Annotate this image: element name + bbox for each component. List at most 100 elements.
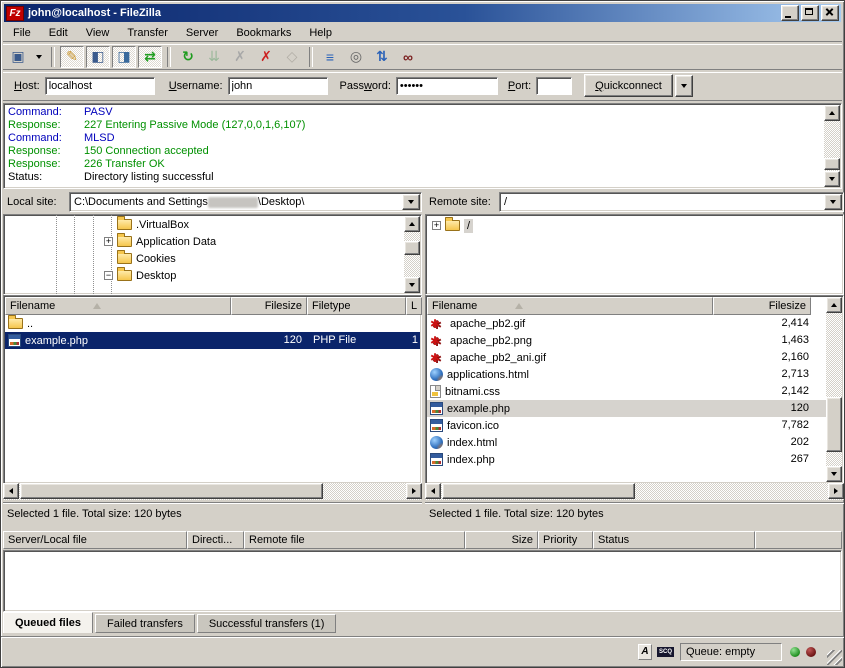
scroll-left-button[interactable] [425, 483, 441, 499]
reconnect-button[interactable]: ◇ [280, 46, 304, 68]
column-header-priority[interactable]: Priority [538, 531, 593, 549]
refresh-button[interactable]: ↻ [176, 46, 200, 68]
file-row[interactable]: applications.html2,713 [427, 366, 826, 383]
scroll-right-button[interactable] [406, 483, 422, 499]
toggle-remote-tree-button[interactable]: ◨ [112, 46, 136, 68]
scroll-down-button[interactable] [404, 277, 420, 293]
username-input[interactable] [228, 77, 328, 95]
file-row-example-php[interactable]: example.php 120 PHP File 1 [5, 332, 420, 349]
menu-view[interactable]: View [77, 25, 119, 41]
password-input[interactable] [396, 77, 498, 95]
toggle-queue-button[interactable]: ⇄ [138, 46, 162, 68]
scroll-up-button[interactable] [404, 216, 420, 232]
column-header-server-local-file[interactable]: Server/Local file [3, 531, 187, 549]
synchronized-browsing-button[interactable]: ⇅ [370, 46, 394, 68]
file-row[interactable]: index.html202 [427, 434, 826, 451]
local-directory-tree[interactable]: .VirtualBox +Application Data Cookies −D… [3, 214, 422, 295]
tree-expand-icon[interactable]: + [432, 221, 441, 230]
maximize-button[interactable] [801, 5, 819, 21]
file-row[interactable]: ✱apache_pb2_ani.gif2,160 [427, 349, 826, 366]
scroll-up-button[interactable] [826, 297, 842, 313]
column-header-filename[interactable]: Filename [5, 297, 231, 315]
transfer-type-indicator-icon[interactable]: A [638, 644, 652, 660]
scroll-left-button[interactable] [3, 483, 19, 499]
file-row[interactable]: ✱apache_pb2.gif2,414 [427, 315, 826, 332]
disconnect-button[interactable]: ✗ [254, 46, 278, 68]
remote-list-scrollbar[interactable] [826, 297, 842, 482]
site-manager-dropdown[interactable] [32, 46, 46, 68]
scrollbar-thumb[interactable] [20, 483, 323, 499]
quickconnect-button[interactable]: Quickconnect [584, 74, 673, 97]
local-site-combo[interactable]: C:\Documents and Settings\Desktop\ [69, 192, 422, 212]
menu-help[interactable]: Help [300, 25, 341, 41]
remote-horizontal-scrollbar[interactable] [425, 483, 844, 500]
column-header-filesize[interactable]: Filesize [231, 297, 307, 315]
column-header-last-modified[interactable]: L [406, 297, 422, 315]
tree-expand-icon[interactable]: + [104, 237, 113, 246]
menu-server[interactable]: Server [177, 25, 227, 41]
column-header-size[interactable]: Size [465, 531, 538, 549]
process-queue-button[interactable]: ⇊ [202, 46, 226, 68]
menu-file[interactable]: File [4, 25, 40, 41]
local-horizontal-scrollbar[interactable] [3, 483, 422, 500]
scroll-down-button[interactable] [826, 466, 842, 482]
file-row[interactable]: favicon.ico7,782 [427, 417, 826, 434]
column-header-direction[interactable]: Directi... [187, 531, 244, 549]
directory-comparison-button[interactable]: ◎ [344, 46, 368, 68]
minimize-button[interactable] [781, 5, 799, 21]
file-row-selected[interactable]: example.php120 [427, 400, 826, 417]
remote-directory-tree[interactable]: + / [425, 214, 844, 295]
scrollbar-thumb[interactable] [442, 483, 635, 499]
menu-bookmarks[interactable]: Bookmarks [227, 25, 300, 41]
scrollbar-thumb[interactable] [404, 241, 420, 255]
tab-successful-transfers[interactable]: Successful transfers (1) [197, 614, 337, 633]
file-row[interactable]: index.php267 [427, 451, 826, 468]
tree-collapse-icon[interactable]: − [104, 271, 113, 280]
remote-file-list[interactable]: Filename Filesize ✱apache_pb2.gif2,414 ✱… [425, 295, 844, 484]
local-file-list[interactable]: Filename Filesize Filetype L .. example.… [3, 295, 422, 484]
file-row[interactable]: bitnami.css2,142 [427, 383, 826, 400]
column-header-remote-file[interactable]: Remote file [244, 531, 465, 549]
scrollbar-thumb[interactable] [824, 158, 840, 170]
close-button[interactable] [821, 5, 839, 21]
local-site-combo-arrow[interactable] [402, 194, 420, 210]
log-scrollbar[interactable] [824, 105, 840, 187]
tab-queued-files[interactable]: Queued files [3, 612, 93, 633]
scroll-right-button[interactable] [828, 483, 844, 499]
column-header-status[interactable]: Status [593, 531, 755, 549]
remote-site-combo[interactable]: / [499, 192, 844, 212]
remote-site-combo-arrow[interactable] [824, 194, 842, 210]
site-manager-button[interactable]: ▣ [6, 46, 30, 68]
scroll-up-button[interactable] [824, 105, 840, 121]
find-files-button[interactable]: ∞ [396, 46, 420, 68]
menu-transfer[interactable]: Transfer [118, 25, 177, 41]
local-selection-status: Selected 1 file. Total size: 120 bytes [3, 502, 422, 523]
port-input[interactable] [536, 77, 572, 95]
local-tree-scrollbar[interactable] [404, 216, 420, 293]
parent-directory-row[interactable]: .. [5, 315, 420, 332]
column-header-filetype[interactable]: Filetype [307, 297, 406, 315]
tree-item-application-data[interactable]: +Application Data [104, 233, 216, 250]
resize-grip[interactable] [827, 650, 842, 665]
speed-limit-icon[interactable]: SCQ [657, 647, 674, 657]
file-row[interactable]: ✱apache_pb2.png1,463 [427, 332, 826, 349]
toggle-message-log-button[interactable]: ✎ [60, 46, 84, 68]
tree-item-cookies[interactable]: Cookies [104, 250, 176, 267]
column-header-filesize[interactable]: Filesize [713, 297, 811, 315]
tree-item-desktop[interactable]: −Desktop [104, 267, 176, 284]
scrollbar-thumb[interactable] [826, 397, 842, 452]
queue-list[interactable] [3, 550, 842, 612]
quickconnect-dropdown[interactable] [675, 75, 693, 97]
scroll-down-button[interactable] [824, 171, 840, 187]
title-bar[interactable]: Fz john@localhost - FileZilla [4, 4, 841, 22]
tab-failed-transfers[interactable]: Failed transfers [95, 614, 195, 633]
tree-item-root[interactable]: + / [432, 217, 473, 234]
menu-edit[interactable]: Edit [40, 25, 77, 41]
host-input[interactable] [45, 77, 155, 95]
tree-item-virtualbox[interactable]: .VirtualBox [104, 216, 189, 233]
column-header-filename[interactable]: Filename [427, 297, 713, 315]
toggle-local-tree-button[interactable]: ◧ [86, 46, 110, 68]
cancel-operation-button[interactable]: ✗ [228, 46, 252, 68]
filename-filters-button[interactable]: ≡ [318, 46, 342, 68]
message-log[interactable]: Command:PASV Response:227 Entering Passi… [3, 103, 842, 189]
